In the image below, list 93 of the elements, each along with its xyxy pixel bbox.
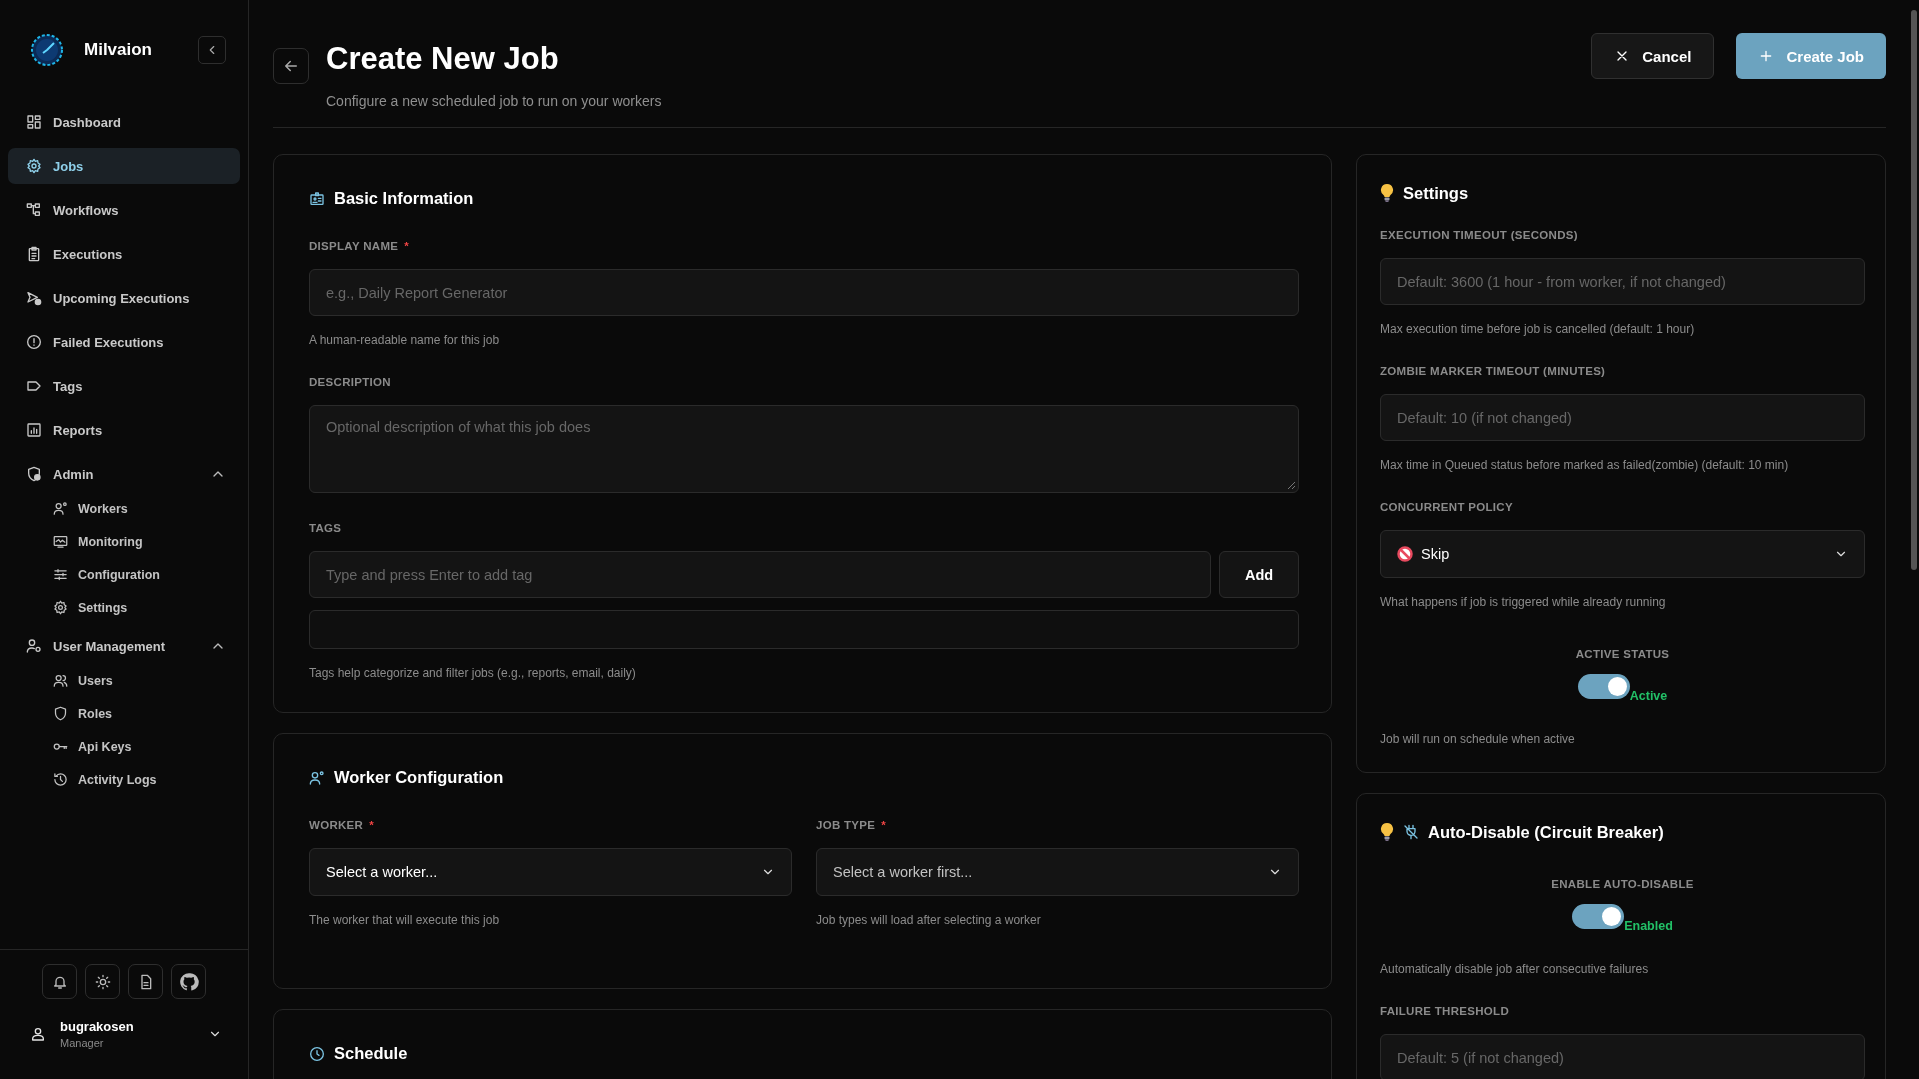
- field-label: WORKER: [309, 819, 364, 832]
- section-title: Worker Configuration: [334, 768, 504, 788]
- nav-item[interactable]: Admin: [8, 456, 240, 492]
- gear-icon: [53, 600, 68, 615]
- prohibited-icon: [1397, 546, 1413, 563]
- field-label: ZOMBIE MARKER TIMEOUT (MINUTES): [1380, 365, 1606, 378]
- helper-text: What happens if job is triggered while already running: [1380, 595, 1667, 610]
- add-button[interactable]: Add: [1219, 551, 1299, 599]
- back-button[interactable]: [273, 48, 309, 84]
- chart-icon: [26, 422, 42, 438]
- text-field[interactable]: Default: 3600 (1 hour - from worker, if not changed): [1380, 258, 1865, 306]
- alert-icon: [26, 334, 42, 350]
- nav-subitem[interactable]: Api Keys: [8, 730, 240, 763]
- user-role: Manager: [60, 1037, 105, 1049]
- helper-text: A human-readable name for this job: [309, 333, 501, 348]
- text-field[interactable]: e.g., Daily Report Generator: [309, 269, 1299, 317]
- nav-item[interactable]: User Management: [8, 628, 240, 664]
- user-name: bugrakosen: [60, 1019, 135, 1034]
- required-mark: *: [369, 819, 374, 832]
- clipboard-icon: [26, 246, 42, 262]
- github-icon: [178, 971, 199, 992]
- flowchart-icon: [26, 202, 42, 218]
- helper-text: Tags help categorize and filter jobs (e.g., reports, email, daily): [309, 666, 637, 681]
- gear-icon: [26, 158, 42, 174]
- users-icon: [53, 673, 68, 688]
- section-title: Auto-Disable (Circuit Breaker): [1428, 822, 1664, 842]
- tag-input-field[interactable]: Type and press Enter to add tag: [309, 551, 1211, 599]
- nav-subitem[interactable]: Settings: [8, 591, 240, 624]
- toggle-switch[interactable]: [1577, 674, 1630, 700]
- nav-subitem[interactable]: Configuration: [8, 558, 240, 591]
- field-label: DISPLAY NAME: [309, 240, 399, 253]
- field-label: JOB TYPE: [816, 819, 876, 832]
- required-mark: *: [404, 240, 409, 253]
- section-title: Schedule: [334, 1044, 408, 1064]
- shield-icon: [53, 706, 68, 721]
- section-title: Settings: [1403, 183, 1469, 203]
- scrollbar[interactable]: [1911, 10, 1917, 570]
- required-mark: *: [881, 819, 887, 832]
- field-label: CONCURRENT POLICY: [1380, 501, 1513, 514]
- brand-name: Milvaion: [84, 40, 153, 60]
- nav-subitem[interactable]: Monitoring: [8, 525, 240, 558]
- user-gear-icon: [26, 638, 42, 654]
- nav-item[interactable]: Jobs: [8, 148, 240, 184]
- nav-item[interactable]: Tags: [8, 368, 240, 404]
- field-label: FAILURE THRESHOLD: [1380, 1005, 1510, 1018]
- helper-text: Automatically disable job after consecutive failures: [1380, 962, 1650, 977]
- lightbulb-icon: [1380, 183, 1394, 204]
- helper-text: Job types will load after selecting a worker: [816, 913, 1042, 928]
- nav-subitem[interactable]: Activity Logs: [8, 763, 240, 796]
- toggle-state-label: Enabled: [1624, 919, 1673, 934]
- field-label: EXECUTION TIMEOUT (SECONDS): [1380, 229, 1578, 242]
- docs-button[interactable]: [128, 964, 163, 999]
- helper-text: The worker that will execute this job: [309, 913, 501, 928]
- field-label: DESCRIPTION: [309, 376, 391, 389]
- section-title: Basic Information: [334, 189, 474, 209]
- history-icon: [53, 772, 68, 787]
- helper-text: Max time in Queued status before marked as failed(zombie) (default: 10 min): [1380, 458, 1790, 473]
- text-field[interactable]: Default: 10 (if not changed): [1380, 394, 1865, 442]
- nav-subitem[interactable]: Roles: [8, 697, 240, 730]
- select-field[interactable]: Skip: [1380, 530, 1865, 579]
- sliders-icon: [53, 567, 68, 582]
- nav-item[interactable]: Dashboard: [8, 104, 240, 140]
- page-subtitle: Configure a new scheduled job to run on your workers: [326, 93, 663, 110]
- helper-text: Job will run on schedule when active: [1380, 732, 1576, 747]
- page-title: Create New Job: [326, 40, 560, 78]
- cancel-button[interactable]: Cancel: [1591, 33, 1715, 79]
- notifications-button[interactable]: [42, 964, 77, 999]
- workers-icon: [53, 501, 68, 516]
- send-clock-icon: [26, 290, 42, 306]
- field-label: TAGS: [309, 522, 342, 535]
- nav-subitem[interactable]: Users: [8, 664, 240, 697]
- sun-icon: [94, 973, 111, 990]
- theme-button[interactable]: [85, 964, 120, 999]
- nav-item[interactable]: Reports: [8, 412, 240, 448]
- resize-handle-icon[interactable]: [1287, 481, 1296, 491]
- field-label: ENABLE AUTO-DISABLE: [1551, 878, 1694, 891]
- dashboard-icon: [26, 114, 42, 130]
- nav-item[interactable]: Workflows: [8, 192, 240, 228]
- nav-item[interactable]: Executions: [8, 236, 240, 272]
- clock-logo-icon: [30, 33, 64, 67]
- monitor-icon: [53, 534, 68, 549]
- user-icon: [30, 1026, 46, 1042]
- github-button[interactable]: [171, 964, 206, 999]
- nav-item[interactable]: Upcoming Executions: [8, 280, 240, 316]
- toggle-state-label: Active: [1629, 689, 1668, 704]
- nav-subitem[interactable]: Workers: [8, 492, 240, 525]
- shield-user-icon: [26, 466, 42, 482]
- helper-text: Max execution time before job is cancelled (default: 1 hour): [1380, 322, 1696, 337]
- description-field[interactable]: Optional description of what this job does: [309, 405, 1299, 494]
- field-label: ACTIVE STATUS: [1575, 648, 1670, 661]
- id-card-icon: [309, 190, 325, 207]
- nav-item[interactable]: Failed Executions: [8, 324, 240, 360]
- tag-icon: [26, 378, 42, 394]
